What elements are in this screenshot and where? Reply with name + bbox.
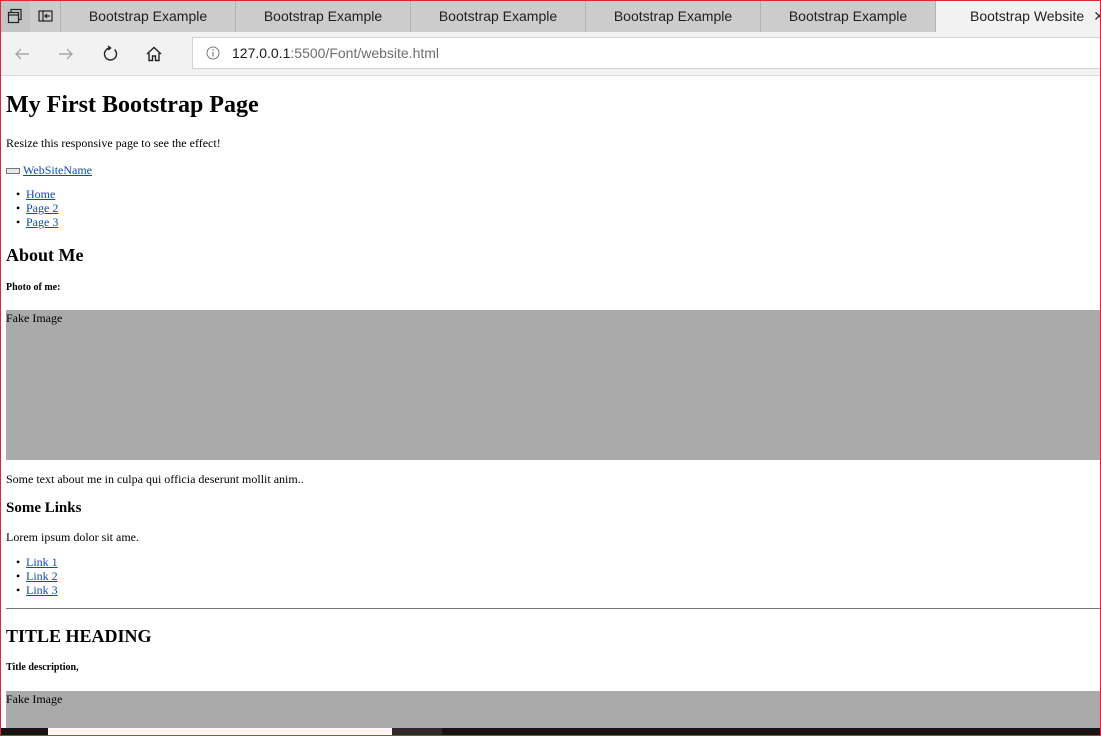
navbar-toggle-button[interactable] (6, 167, 20, 174)
list-item: Link 3 (6, 583, 58, 597)
refresh-button[interactable] (98, 42, 122, 66)
taskbar-item (392, 728, 442, 736)
tab-bootstrap-example-3[interactable]: Bootstrap Example (410, 0, 585, 32)
navbar: WebSiteName (6, 163, 92, 178)
tab-bootstrap-website[interactable]: Bootstrap Website ✕ (935, 0, 1101, 32)
back-button[interactable] (10, 42, 34, 66)
taskbar-edge (0, 728, 1101, 736)
link-1[interactable]: Link 1 (26, 555, 58, 569)
refresh-icon (103, 45, 118, 61)
home-icon (146, 46, 162, 62)
nav-list: Home Page 2 Page 3 (6, 187, 58, 229)
tab-bootstrap-example-4[interactable]: Bootstrap Example (585, 0, 760, 32)
about-text: Some text about me in culpa qui officia … (6, 472, 304, 486)
url-path: :5500/Font/website.html (290, 45, 440, 61)
tab-label: Bootstrap Example (788, 8, 908, 24)
nav-item: Home (6, 187, 58, 201)
tab-label: Bootstrap Example (613, 8, 733, 24)
forward-button[interactable] (54, 42, 78, 66)
tab-bootstrap-example-2[interactable]: Bootstrap Example (235, 0, 410, 32)
page-subtitle: Resize this responsive page to see the e… (6, 136, 221, 150)
page-title: My First Bootstrap Page (6, 92, 259, 118)
forward-arrow-icon (59, 48, 73, 60)
divider (6, 608, 1101, 609)
tab-strip: Bootstrap Example Bootstrap Example Boot… (0, 0, 1101, 32)
tab-label: Bootstrap Website (970, 8, 1085, 24)
tab-actions-icon (7, 8, 22, 24)
list-item: Link 2 (6, 569, 58, 583)
tab-bootstrap-example-1[interactable]: Bootstrap Example (60, 0, 235, 32)
section-description: Title description, (6, 662, 79, 673)
nav-item: Page 2 (6, 201, 58, 215)
taskbar-item (48, 728, 392, 736)
links-list: Link 1 Link 2 Link 3 (6, 555, 58, 597)
address-bar[interactable]: 127.0.0.1:5500/Font/website.html (192, 37, 1101, 69)
link-3[interactable]: Link 3 (26, 583, 58, 597)
section-heading: TITLE HEADING (6, 626, 152, 646)
url-host: 127.0.0.1 (232, 45, 291, 61)
nav-link-page-2[interactable]: Page 2 (26, 201, 58, 215)
links-text: Lorem ipsum dolor sit ame. (6, 530, 139, 544)
set-tabs-aside-icon (38, 10, 53, 22)
list-item: Link 1 (6, 555, 58, 569)
tab-bootstrap-example-5[interactable]: Bootstrap Example (760, 0, 935, 32)
nav-link-home[interactable]: Home (26, 187, 55, 201)
photo-label: Photo of me: (6, 282, 61, 293)
about-heading: About Me (6, 245, 84, 265)
fake-image-placeholder: Fake Image (6, 310, 1101, 460)
fake-image-label: Fake Image (6, 692, 63, 706)
url-text: 127.0.0.1:5500/Font/website.html (232, 45, 439, 61)
site-info-icon[interactable] (206, 46, 220, 60)
navigation-toolbar: 127.0.0.1:5500/Font/website.html (0, 32, 1101, 76)
brand-link[interactable]: WebSiteName (23, 163, 92, 178)
tab-label: Bootstrap Example (438, 8, 558, 24)
set-tabs-aside-button[interactable] (30, 0, 60, 32)
nav-item: Page 3 (6, 215, 58, 229)
links-heading: Some Links (6, 500, 82, 516)
nav-link-page-3[interactable]: Page 3 (26, 215, 58, 229)
tab-label: Bootstrap Example (263, 8, 383, 24)
tab-label: Bootstrap Example (88, 8, 208, 24)
close-tab-icon[interactable]: ✕ (1093, 8, 1101, 25)
tab-actions-button[interactable] (0, 0, 30, 32)
link-2[interactable]: Link 2 (26, 569, 58, 583)
back-arrow-icon (15, 48, 29, 60)
home-button[interactable] (142, 42, 166, 66)
fake-image-label: Fake Image (6, 311, 63, 325)
